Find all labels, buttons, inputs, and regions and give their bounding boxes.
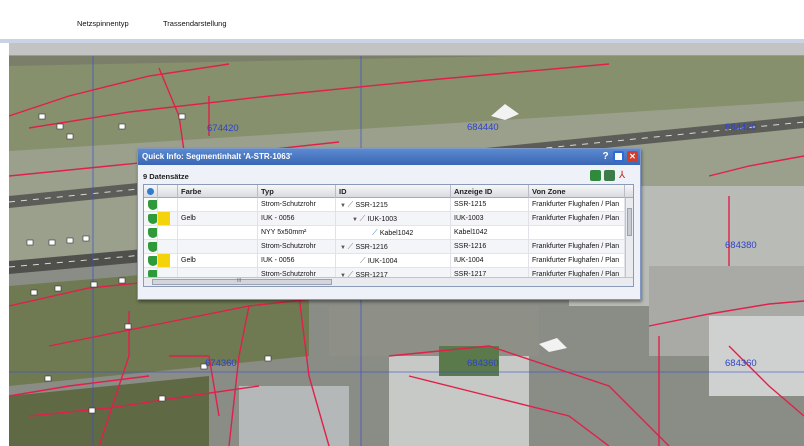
cell-id: ⟋ IUK-1004 <box>336 254 451 268</box>
cell-anzeige-id: IUK-1003 <box>451 212 529 226</box>
cell-typ: Strom-Schutzrohr <box>258 240 336 254</box>
row-color-swatch-cell <box>158 212 178 226</box>
cell-von-zone: Frankfurter Flughafen / Plan <box>529 212 625 226</box>
cell-id: ▼ ⟋ SSR-1215 <box>336 198 451 212</box>
table-header: Farbe Typ ID Anzeige ID Von Zone <box>144 185 633 198</box>
grid-label: 684380 <box>725 240 757 251</box>
segment-table: Farbe Typ ID Anzeige ID Von Zone Strom-S… <box>143 184 634 287</box>
grid-label: 674420 <box>207 123 239 134</box>
cell-farbe: Gelb <box>178 254 258 268</box>
cell-farbe <box>178 226 258 240</box>
conduit-icon: ⟋ <box>360 256 368 265</box>
shield-icon <box>148 256 157 266</box>
grid-label: 684440 <box>467 122 499 133</box>
id-text: Kabel1042 <box>379 230 414 237</box>
map-toolstrip <box>9 43 804 56</box>
cell-anzeige-id: Kabel1042 <box>451 226 529 240</box>
tab-netzspinnentyp[interactable]: Netzspinnentyp <box>77 19 129 28</box>
tree-node[interactable]: ⟋ IUK-1004 <box>352 254 397 268</box>
horizontal-scroll-thumb[interactable]: III <box>152 278 332 285</box>
row-color-swatch-cell <box>158 254 178 268</box>
cell-von-zone: Frankfurter Flughafen / Plan <box>529 198 625 212</box>
column-header-layers[interactable] <box>144 185 158 198</box>
column-header-anzeige-id[interactable]: Anzeige ID <box>451 185 529 198</box>
id-text: IUK-1003 <box>367 216 398 223</box>
layers-icon <box>147 188 154 195</box>
close-icon[interactable]: ✕ <box>627 151 638 162</box>
row-shield-cell <box>144 240 158 254</box>
grid-label: 684360 <box>467 358 499 369</box>
cell-typ: IUK - 0056 <box>258 254 336 268</box>
cell-typ: Strom-Schutzrohr <box>258 198 336 212</box>
grid-label: 684360 <box>725 358 757 369</box>
row-color-swatch-cell <box>158 240 178 254</box>
shield-icon <box>148 242 157 252</box>
table-row[interactable]: NYY 5x50mm² ⟋ Kabel1042 Kabel1042 <box>144 226 625 240</box>
cell-von-zone: Frankfurter Flughafen / Plan <box>529 240 625 254</box>
id-text: SSR-1216 <box>355 244 388 251</box>
cell-farbe: Gelb <box>178 212 258 226</box>
expand-toggle-icon[interactable]: ▼ <box>340 245 348 251</box>
color-swatch <box>158 254 170 267</box>
table-row[interactable]: Gelb IUK - 0056 ▼ ⟋ IUK-1003 IUK-1003 Frankf… <box>144 212 625 226</box>
excel-export-icon[interactable] <box>590 170 601 181</box>
horizontal-scrollbar[interactable]: III <box>144 277 633 286</box>
table-row[interactable]: Strom-Schutzrohr ▼ ⟋ SSR-1216 SSR-1216 Fran… <box>144 240 625 254</box>
shield-icon <box>148 200 157 210</box>
column-header-typ[interactable]: Typ <box>258 185 336 198</box>
pdf-export-icon[interactable]: ⅄ <box>619 170 630 181</box>
record-count: 9 Datensätze <box>143 172 189 181</box>
cell-typ: IUK - 0056 <box>258 212 336 226</box>
maximize-icon[interactable] <box>613 151 624 162</box>
cell-id: ⟋ Kabel1042 <box>336 226 451 240</box>
cell-farbe <box>178 240 258 254</box>
help-icon[interactable]: ? <box>600 151 611 162</box>
row-color-swatch-cell <box>158 226 178 240</box>
cell-typ: NYY 5x50mm² <box>258 226 336 240</box>
row-shield-cell <box>144 198 158 212</box>
grid-label: 674360 <box>205 358 237 369</box>
cell-farbe <box>178 198 258 212</box>
shield-icon <box>148 214 157 224</box>
column-header-von-zone[interactable]: Von Zone <box>529 185 625 198</box>
row-shield-cell <box>144 254 158 268</box>
tree-node[interactable]: ▼ ⟋ IUK-1003 <box>352 212 397 226</box>
table-row[interactable]: Gelb IUK - 0056 ⟋ IUK-1004 IUK-1004 Frankfur… <box>144 254 625 268</box>
id-text: IUK-1004 <box>367 258 398 265</box>
tree-node[interactable]: ⟋ Kabel1042 <box>364 226 413 240</box>
excel-export-icon[interactable] <box>604 170 615 181</box>
dialog-title: Quick Info: Segmentinhalt 'A-STR-1063' <box>142 152 293 161</box>
column-header-farbe[interactable]: Farbe <box>178 185 258 198</box>
cell-von-zone: Frankfurter Flughafen / Plan <box>529 254 625 268</box>
expand-toggle-icon[interactable]: ▼ <box>340 203 348 209</box>
tree-node[interactable]: ▼ ⟋ SSR-1215 <box>340 198 388 212</box>
cable-icon: ⟋ <box>372 228 380 237</box>
cell-anzeige-id: SSR-1215 <box>451 198 529 212</box>
expand-toggle-icon[interactable]: ▼ <box>352 217 360 223</box>
cell-id: ▼ ⟋ SSR-1216 <box>336 240 451 254</box>
tab-trassendarstellung[interactable]: Trassendarstellung <box>163 19 227 28</box>
column-header-status[interactable] <box>158 185 178 198</box>
tree-node[interactable]: ▼ ⟋ SSR-1216 <box>340 240 388 254</box>
color-swatch <box>158 212 170 225</box>
cell-id: ▼ ⟋ IUK-1003 <box>336 212 451 226</box>
column-header-id[interactable]: ID <box>336 185 451 198</box>
dialog-title-bar[interactable]: Quick Info: Segmentinhalt 'A-STR-1063' ?… <box>138 149 640 165</box>
vertical-scroll-thumb[interactable] <box>627 208 632 236</box>
vertical-scrollbar[interactable] <box>625 198 633 286</box>
top-tab-bar: Netzspinnentyp Trassendarstellung <box>0 0 804 40</box>
cell-von-zone <box>529 226 625 240</box>
grid-label: 684420 <box>725 122 757 133</box>
shield-icon <box>148 228 157 238</box>
cell-anzeige-id: SSR-1216 <box>451 240 529 254</box>
row-shield-cell <box>144 226 158 240</box>
id-text: SSR-1215 <box>355 202 388 209</box>
row-shield-cell <box>144 212 158 226</box>
cell-anzeige-id: IUK-1004 <box>451 254 529 268</box>
quick-info-dialog[interactable]: Quick Info: Segmentinhalt 'A-STR-1063' ?… <box>137 148 641 300</box>
table-row[interactable]: Strom-Schutzrohr ▼ ⟋ SSR-1215 SSR-1215 Fran… <box>144 198 625 212</box>
scroll-grip: III <box>237 278 242 284</box>
row-color-swatch-cell <box>158 198 178 212</box>
